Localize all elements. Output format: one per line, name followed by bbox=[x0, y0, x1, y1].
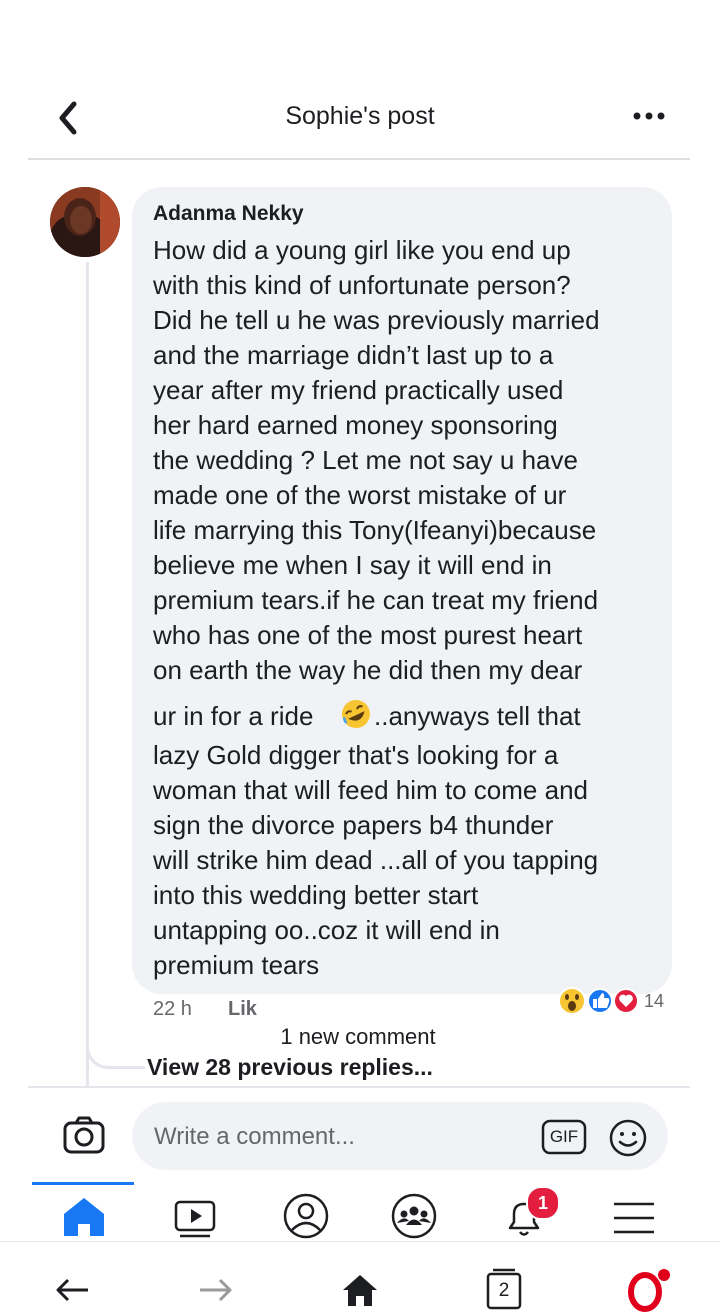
comment-author[interactable]: Adanma Nekky bbox=[153, 202, 304, 226]
new-comment-indicator[interactable]: 1 new comment bbox=[258, 1018, 458, 1056]
comment-line: and the marriage didn’t last up to a bbox=[153, 340, 554, 370]
groups-icon[interactable] bbox=[384, 1192, 444, 1240]
view-previous-replies-link[interactable]: View 28 previous replies... bbox=[147, 1054, 433, 1084]
wow-reaction-icon bbox=[558, 987, 586, 1015]
comment-line: Did he tell u he was previously married bbox=[153, 305, 600, 335]
emoji-icon[interactable] bbox=[608, 1118, 648, 1158]
tab-count: 2 bbox=[498, 1280, 510, 1301]
comment-line: life marrying this Tony(Ifeanyi)because bbox=[153, 515, 597, 545]
comment-line: untapping oo..coz it will end in bbox=[153, 915, 500, 945]
comment-line: premium tears.if he can treat my friend bbox=[153, 585, 599, 615]
browser-back-icon[interactable] bbox=[48, 1268, 96, 1312]
comment-line: believe me when I say it will end in bbox=[153, 550, 552, 580]
thread-line bbox=[86, 262, 89, 1088]
comment-line: ..anyways tell that bbox=[374, 701, 581, 731]
comment-line: ur in for a ride bbox=[153, 701, 314, 731]
comment-line: year after my friend practically used bbox=[153, 375, 564, 405]
comment-line: sign the divorce papers b4 thunder bbox=[153, 810, 554, 840]
composer-divider bbox=[28, 1086, 690, 1088]
browser-forward-icon[interactable] bbox=[192, 1268, 240, 1312]
comment-line: premium tears bbox=[153, 950, 320, 980]
active-tab-indicator bbox=[32, 1182, 134, 1185]
love-reaction-icon bbox=[613, 988, 639, 1014]
browser-tabs-button[interactable]: 2 bbox=[480, 1268, 528, 1312]
profile-icon[interactable] bbox=[276, 1192, 336, 1240]
page-title: Sophie's post bbox=[285, 102, 435, 130]
comment-line: lazy Gold digger that's looking for a bbox=[153, 740, 559, 770]
reply-thread-connector bbox=[86, 1030, 145, 1069]
header-divider bbox=[28, 158, 690, 160]
laughing-emoji-icon bbox=[342, 700, 370, 728]
comment-line: into this wedding better start bbox=[153, 880, 479, 910]
comment-line: the wedding ? Let me not say u have bbox=[153, 445, 578, 475]
comment-line: made one of the worst mistake of ur bbox=[153, 480, 567, 510]
video-icon[interactable] bbox=[166, 1192, 226, 1240]
comment-line: with this kind of unfortunate person? bbox=[153, 270, 571, 300]
comment-input[interactable] bbox=[152, 1116, 526, 1158]
comment-line: woman that will feed him to come and bbox=[153, 775, 588, 805]
comment-line: on earth the way he did then my dear bbox=[153, 655, 583, 685]
notification-badge: 1 bbox=[526, 1186, 560, 1220]
browser-toolbar-divider bbox=[0, 1241, 720, 1242]
comment-line: will strike him dead ...all of you tappi… bbox=[153, 845, 599, 875]
gif-label: GIF bbox=[549, 1127, 579, 1146]
like-link[interactable]: Lik bbox=[228, 998, 257, 1021]
home-icon[interactable] bbox=[54, 1192, 114, 1240]
reaction-count[interactable]: 14 bbox=[644, 991, 664, 1012]
comment-timestamp: 22 h bbox=[153, 998, 192, 1020]
avatar[interactable] bbox=[50, 187, 120, 257]
menu-icon[interactable] bbox=[604, 1192, 664, 1240]
comment-line: who has one of the most purest heart bbox=[153, 620, 583, 650]
notifications-tab[interactable]: 1 bbox=[494, 1186, 560, 1240]
camera-icon[interactable] bbox=[62, 1114, 106, 1156]
comment-line: How did a young girl like you end up bbox=[153, 235, 571, 265]
opera-menu-icon[interactable] bbox=[624, 1268, 672, 1312]
browser-home-icon[interactable] bbox=[336, 1268, 384, 1312]
comment-input-box[interactable] bbox=[132, 1102, 668, 1170]
gif-icon[interactable]: GIF bbox=[541, 1119, 587, 1155]
like-reaction-icon bbox=[587, 988, 613, 1014]
more-options-icon[interactable] bbox=[630, 104, 670, 128]
comment-line: her hard earned money sponsoring bbox=[153, 410, 558, 440]
